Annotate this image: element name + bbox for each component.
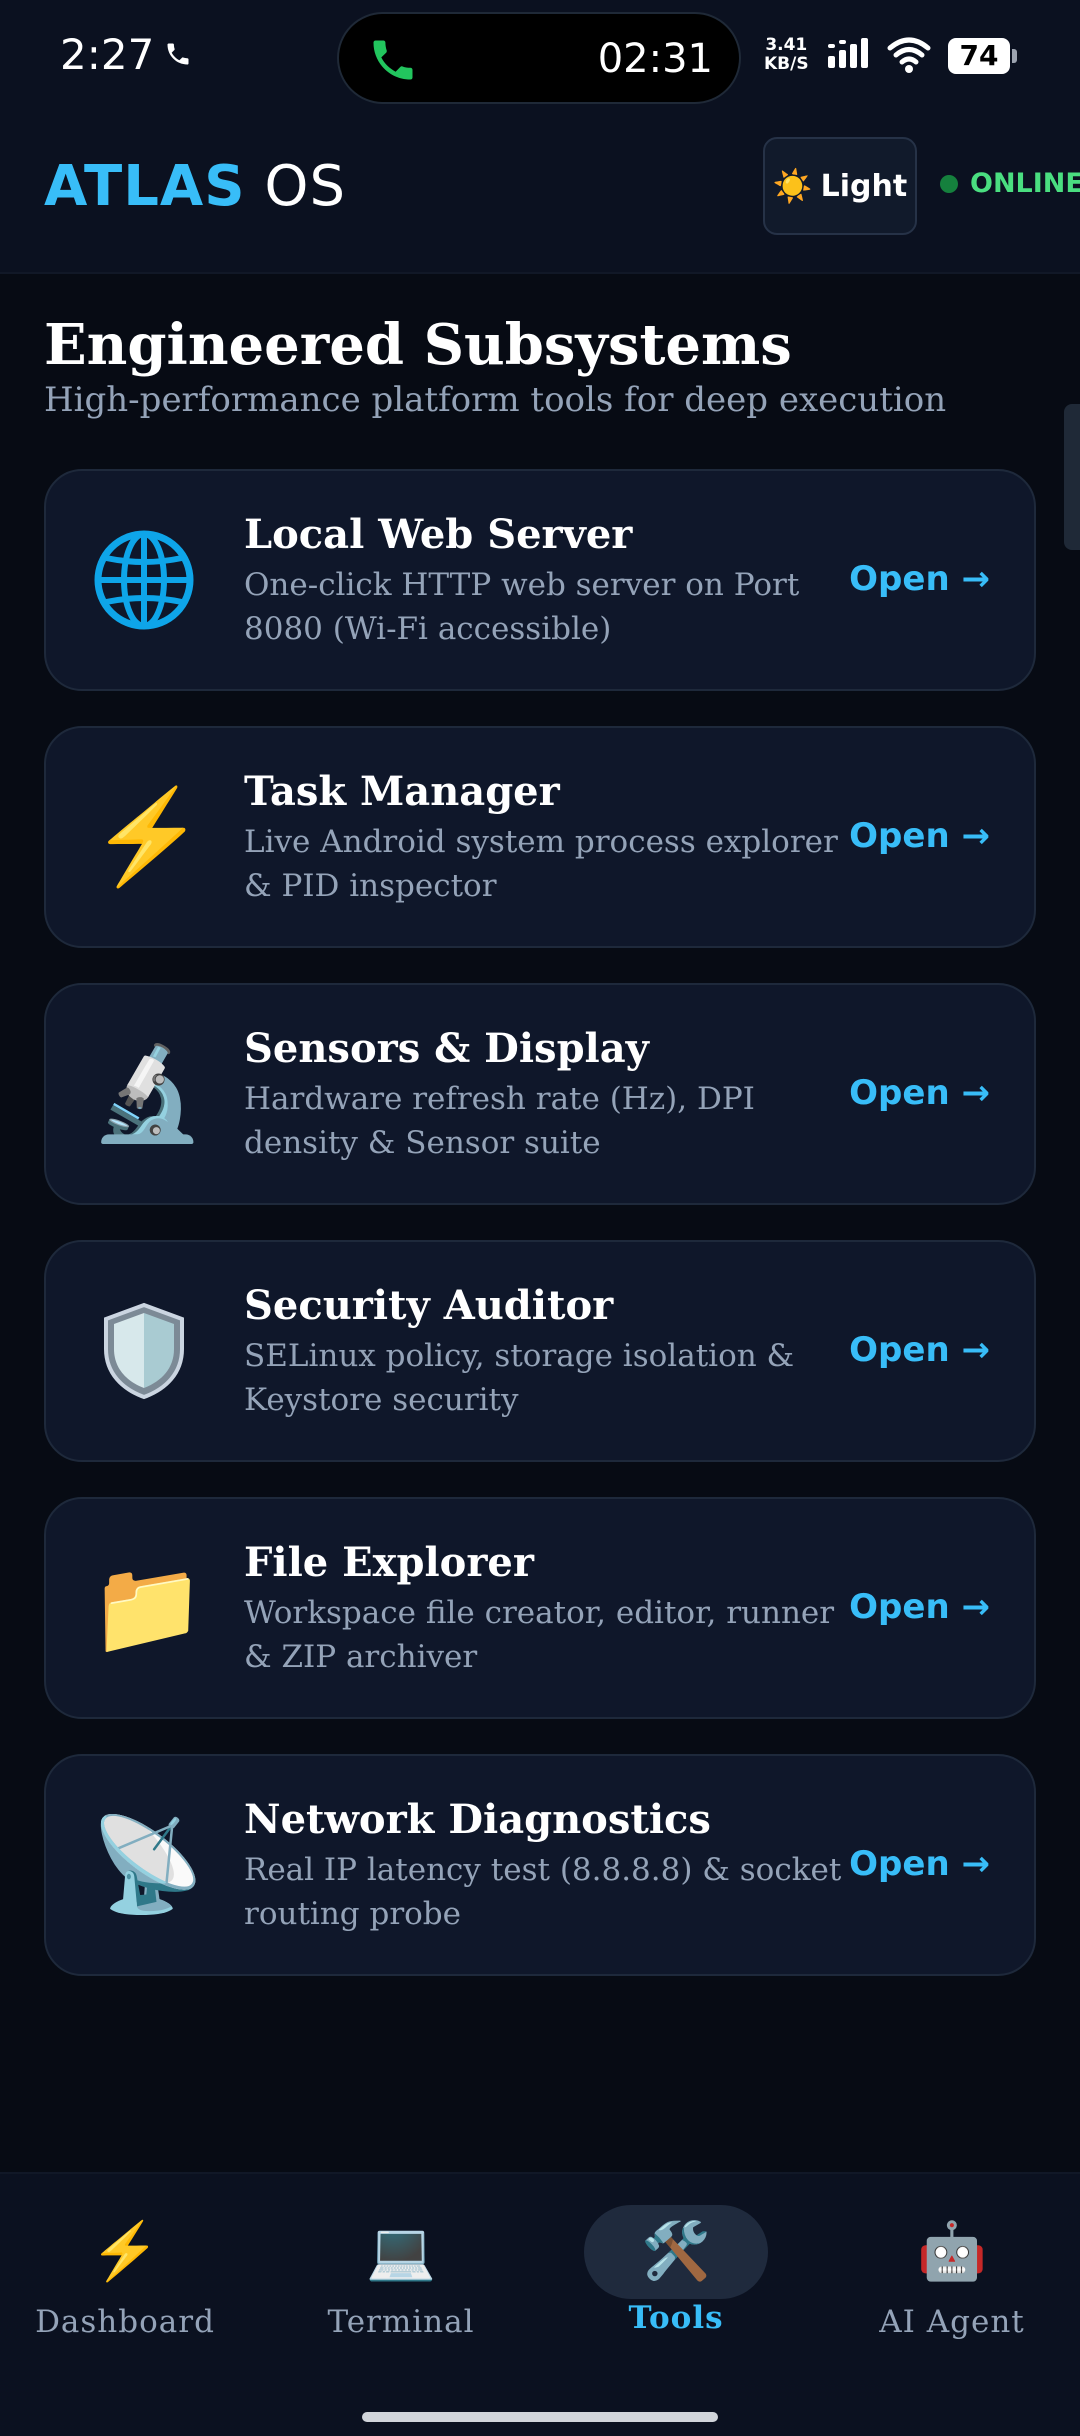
bottom-navigation: ⚡ Dashboard 💻 Terminal 🛠️ Tools 🤖 AI Age… (0, 2172, 1080, 2436)
tool-card-description: Live Android system process explorer & P… (244, 824, 838, 904)
nav-tab-ai-agent[interactable]: 🤖 AI Agent (837, 2214, 1067, 2364)
battery-indicator: 74 (948, 38, 1017, 74)
nav-tab-label: Dashboard (35, 2304, 215, 2340)
tool-card-security-auditor[interactable]: Security Auditor SELinux policy, storage… (44, 1240, 1036, 1462)
ongoing-call-pill[interactable]: 02:31 (337, 12, 741, 104)
status-time: 2:27 (60, 30, 155, 79)
open-button[interactable]: Open → (849, 1844, 990, 1884)
tool-card-title: Local Web Server (244, 511, 633, 558)
tool-card-description: One-click HTTP web server on Port 8080 (… (244, 567, 800, 647)
tool-card-description: Hardware refresh rate (Hz), DPI density … (244, 1081, 755, 1161)
page-subtitle: High-performance platform tools for deep… (44, 380, 947, 420)
lightning-icon: ⚡ (90, 2219, 160, 2284)
tool-card-title: File Explorer (244, 1539, 534, 1586)
satellite-antenna-icon: 📡 (90, 1811, 205, 1918)
network-speed: 3.41 KB/S (764, 36, 809, 74)
globe-icon (90, 526, 198, 634)
wifi-icon (887, 37, 931, 73)
tool-card-description: Real IP latency test (8.8.8.8) & socket … (244, 1852, 842, 1932)
microscope-icon: 🔬 (90, 1040, 205, 1147)
phone-icon (373, 40, 413, 80)
tool-card-description: Workspace file creator, editor, runner &… (244, 1595, 835, 1675)
open-button[interactable]: Open → (849, 1073, 990, 1113)
tools-icon: 🛠️ (584, 2205, 768, 2299)
app-logo: ATLAS OS (44, 154, 346, 219)
scrollbar[interactable] (1064, 404, 1080, 550)
page-title: Engineered Subsystems (44, 312, 792, 378)
shield-icon (90, 1297, 198, 1405)
open-button[interactable]: Open → (849, 559, 990, 599)
signal-icon (828, 38, 868, 68)
brand-secondary: OS (264, 154, 346, 219)
tool-card-local-web-server[interactable]: Local Web Server One-click HTTP web serv… (44, 469, 1036, 691)
tool-card-title: Network Diagnostics (244, 1796, 711, 1843)
status-dot-icon (940, 174, 958, 193)
tool-card-description: SELinux policy, storage isolation & Keys… (244, 1338, 795, 1418)
tool-card-title: Sensors & Display (244, 1025, 649, 1072)
open-button[interactable]: Open → (849, 1330, 990, 1370)
tool-card-title: Task Manager (244, 768, 560, 815)
tool-card-sensors-display[interactable]: 🔬 Sensors & Display Hardware refresh rat… (44, 983, 1036, 1205)
theme-toggle-button[interactable]: ☀️ Light (763, 137, 917, 235)
nav-tab-terminal[interactable]: 💻 Terminal (286, 2214, 516, 2364)
tools-list: Local Web Server One-click HTTP web serv… (44, 469, 1036, 2011)
home-indicator[interactable] (362, 2412, 718, 2422)
laptop-icon: 💻 (366, 2219, 436, 2284)
lightning-icon: ⚡ (90, 783, 205, 890)
nav-tab-dashboard[interactable]: ⚡ Dashboard (10, 2214, 240, 2364)
folder-icon: 📁 (90, 1554, 205, 1661)
call-timer: 02:31 (597, 36, 713, 82)
app-header: ATLAS OS ☀️ Light ONLINE (0, 118, 1080, 274)
open-button[interactable]: Open → (849, 1587, 990, 1627)
connection-status-label: ONLINE (970, 168, 1080, 199)
open-button[interactable]: Open → (849, 816, 990, 856)
tool-card-file-explorer[interactable]: 📁 File Explorer Workspace file creator, … (44, 1497, 1036, 1719)
nav-tab-label: AI Agent (879, 2304, 1025, 2340)
robot-icon: 🤖 (917, 2219, 987, 2284)
nav-tab-label: Terminal (327, 2304, 475, 2340)
network-speed-value: 3.41 (765, 35, 808, 55)
nav-tab-tools[interactable]: 🛠️ Tools (561, 2205, 791, 2364)
connection-status: ONLINE (940, 168, 1080, 199)
tool-card-network-diagnostics[interactable]: 📡 Network Diagnostics Real IP latency te… (44, 1754, 1036, 1976)
brand-primary: ATLAS (44, 154, 246, 219)
nav-tab-label: Tools (628, 2300, 724, 2336)
network-speed-unit: KB/S (764, 54, 809, 74)
theme-toggle-label: Light (820, 168, 908, 204)
tool-card-title: Security Auditor (244, 1282, 614, 1329)
tool-card-task-manager[interactable]: ⚡ Task Manager Live Android system proce… (44, 726, 1036, 948)
call-icon (167, 43, 189, 65)
sun-icon: ☀️ (772, 167, 813, 205)
status-bar: 2:27 02:31 3.41 KB/S 74 (0, 0, 1080, 118)
